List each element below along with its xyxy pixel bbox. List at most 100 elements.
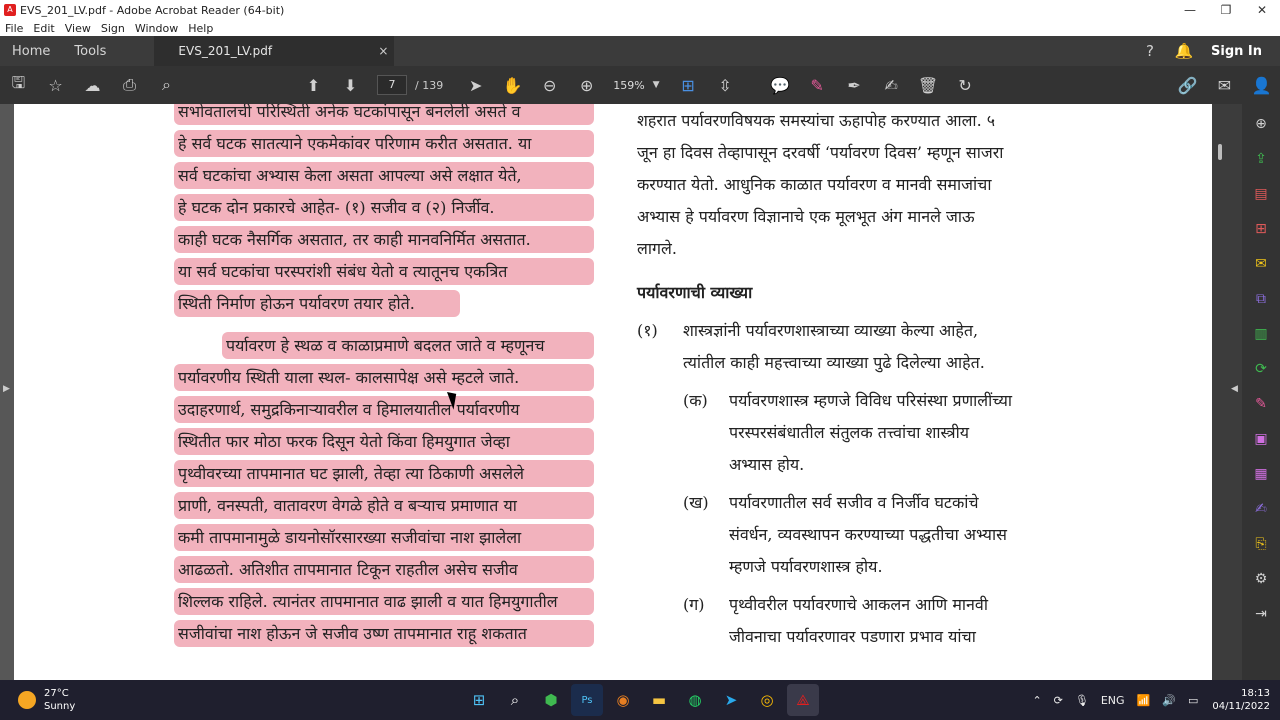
link-icon[interactable]: 🔗 <box>1169 71 1206 99</box>
scrollbar-thumb[interactable] <box>1218 144 1222 160</box>
share-user-icon[interactable]: 👤 <box>1243 71 1280 99</box>
protect-icon[interactable]: ▣ <box>1249 427 1273 451</box>
weather-widget[interactable]: 27°C Sunny <box>18 687 75 713</box>
highlighted-line[interactable]: स्थिती निर्माण होऊन पर्यावरण तयार होते. <box>174 290 460 317</box>
close-window-button[interactable]: ✕ <box>1244 3 1280 17</box>
redact-icon[interactable]: ▦ <box>1249 462 1273 486</box>
telegram-icon[interactable]: ➤ <box>715 684 747 716</box>
highlighted-line[interactable]: हे सर्व घटक सातत्याने एकमेकांवर परिणाम क… <box>174 130 594 157</box>
select-cursor-icon[interactable]: ➤ <box>457 71 494 99</box>
minimize-button[interactable]: — <box>1172 3 1208 17</box>
title-bar: A EVS_201_LV.pdf - Adobe Acrobat Reader … <box>0 0 1280 20</box>
hand-tool-icon[interactable]: ✋ <box>494 71 531 99</box>
windows-taskbar: 27°C Sunny ⊞ ⌕ ⬢ Ps ◉ ▬ ◍ ➤ ◎ ⟁ ⌃ ⟳ 🎙 EN… <box>0 680 1280 720</box>
search-taskbar-icon[interactable]: ⌕ <box>499 684 531 716</box>
zoom-dropdown-icon[interactable]: ▼ <box>653 80 660 90</box>
highlighted-line[interactable]: स्थितीत फार मोठा फरक दिसून येतो किंवा हि… <box>174 428 594 455</box>
scroll-mode-icon[interactable]: ⇳ <box>707 71 744 99</box>
menu-help[interactable]: Help <box>188 22 213 35</box>
comment-tool-icon[interactable]: ✉ <box>1249 252 1273 276</box>
search-icon[interactable]: ⌕ <box>148 71 185 99</box>
highlighted-line[interactable]: आढळतो. अतिशीत तापमानात टिकून राहतील असेच… <box>174 556 594 583</box>
vertical-scrollbar[interactable]: ◀ <box>1212 104 1242 680</box>
highlighted-line[interactable]: सभोवतालची परिस्थिती अनेक घटकांपासून बनले… <box>174 104 594 125</box>
fill-sign-icon[interactable]: ✎ <box>1249 392 1273 416</box>
tab-document[interactable]: EVS_201_LV.pdf × <box>154 36 395 66</box>
delete-icon[interactable]: 🗑 <box>910 71 947 99</box>
comment-icon[interactable]: 💬 <box>762 71 799 99</box>
highlighted-line[interactable]: शिल्लक राहिले. त्यानंतर तापमानात वाढ झाल… <box>174 588 594 615</box>
photoshop-icon[interactable]: Ps <box>571 684 603 716</box>
zoom-in-icon[interactable]: ⊕ <box>568 71 605 99</box>
upload-cloud-icon[interactable]: ☁ <box>74 71 111 99</box>
more-tools-icon[interactable]: ⚙ <box>1249 567 1273 591</box>
zoom-out-icon[interactable]: ⊖ <box>531 71 568 99</box>
file-explorer-icon[interactable]: ▬ <box>643 684 675 716</box>
windows-start-icon[interactable]: ⊞ <box>463 684 495 716</box>
menu-sign[interactable]: Sign <box>101 22 125 35</box>
bell-icon[interactable]: 🔔 <box>1167 42 1201 60</box>
help-icon[interactable]: ? <box>1133 42 1167 60</box>
collapse-panel-icon[interactable]: ⇥ <box>1249 602 1273 626</box>
close-tab-icon[interactable]: × <box>372 44 394 58</box>
send-for-review-icon[interactable]: ⎘ <box>1249 532 1273 556</box>
export-pdf-icon[interactable]: ⇪ <box>1249 147 1273 171</box>
sign-icon[interactable]: ✍ <box>1249 497 1273 521</box>
tray-overflow-icon[interactable]: ⌃ <box>1032 694 1041 707</box>
highlighted-line[interactable]: पर्यावरणीय स्थिती याला स्थल- कालसापेक्ष … <box>174 364 594 391</box>
email-icon[interactable]: ✉ <box>1206 71 1243 99</box>
bookmark-star-icon[interactable]: ☆ <box>37 71 74 99</box>
highlighted-line[interactable]: काही घटक नैसर्गिक असतात, तर काही मानवनिर… <box>174 226 594 253</box>
create-pdf-icon[interactable]: ⊞ <box>1249 217 1273 241</box>
compress-pdf-icon[interactable]: ▥ <box>1249 322 1273 346</box>
page-number-input[interactable]: 7 <box>377 75 407 95</box>
clock[interactable]: 18:13 04/11/2022 <box>1212 687 1270 713</box>
collapse-right-icon[interactable]: ◀ <box>1231 384 1238 394</box>
highlighted-line[interactable]: हे घटक दोन प्रकारचे आहेत- (१) सजीव व (२)… <box>174 194 594 221</box>
tab-home[interactable]: Home <box>0 44 62 59</box>
draw-icon[interactable]: ✒ <box>836 71 873 99</box>
menu-view[interactable]: View <box>65 22 91 35</box>
highlighted-line[interactable]: कमी तापमानामुळे डायनोसॉरसारख्या सजीवांचा… <box>174 524 594 551</box>
highlighted-line[interactable]: पर्यावरण हे स्थळ व काळाप्रमाणे बदलत जाते… <box>222 332 594 359</box>
highlighted-line[interactable]: उदाहरणार्थ, समुद्रकिनाऱ्यावरील व हिमालया… <box>174 396 594 423</box>
convert-icon[interactable]: ⟳ <box>1249 357 1273 381</box>
menu-window[interactable]: Window <box>135 22 178 35</box>
highlighted-line[interactable]: सर्व घटकांचा अभ्यास केला असता आपल्या असे… <box>174 162 594 189</box>
restore-button[interactable]: ❐ <box>1208 3 1244 17</box>
save-icon[interactable]: 🖫 <box>0 71 37 99</box>
combine-files-icon[interactable]: ⧉ <box>1249 287 1273 311</box>
previous-page-icon[interactable]: ⬆ <box>295 71 332 99</box>
volume-icon[interactable]: 🔊 <box>1162 694 1176 707</box>
expand-left-icon[interactable]: ▶ <box>3 384 10 394</box>
fit-page-icon[interactable]: ⊞ <box>670 71 707 99</box>
app-browser-icon[interactable]: ◉ <box>607 684 639 716</box>
stamp-icon[interactable]: ✍ <box>873 71 910 99</box>
language-indicator[interactable]: ENG <box>1101 694 1125 707</box>
sync-icon[interactable]: ⟳ <box>1054 694 1063 707</box>
battery-icon[interactable]: ▭ <box>1188 694 1198 707</box>
microphone-icon[interactable]: 🎙 <box>1075 694 1089 707</box>
print-icon[interactable]: ⎙ <box>111 71 148 99</box>
zoom-tool-icon[interactable]: ⊕ <box>1249 112 1273 136</box>
tab-tools[interactable]: Tools <box>62 44 118 59</box>
chrome-icon[interactable]: ◎ <box>751 684 783 716</box>
menu-edit[interactable]: Edit <box>33 22 54 35</box>
highlighted-line[interactable]: या सर्व घटकांचा परस्परांशी संबंध येतो व … <box>174 258 594 285</box>
highlighted-line[interactable]: पृथ्वीवरच्या तापमानात घट झाली, तेव्हा त्… <box>174 460 594 487</box>
whatsapp-icon[interactable]: ◍ <box>679 684 711 716</box>
wifi-icon[interactable]: 📶 <box>1137 694 1151 707</box>
highlight-pen-icon[interactable]: ✎ <box>799 71 836 99</box>
highlighted-line[interactable]: प्राणी, वनस्पती, वातावरण वेगळे होते व बऱ… <box>174 492 594 519</box>
next-page-icon[interactable]: ⬇ <box>332 71 369 99</box>
zoom-level[interactable]: 159% <box>605 79 652 92</box>
rotate-icon[interactable]: ↻ <box>947 71 984 99</box>
acrobat-taskbar-icon[interactable]: ⟁ <box>787 684 819 716</box>
organize-pages-icon[interactable]: ▤ <box>1249 182 1273 206</box>
menu-file[interactable]: File <box>5 22 23 35</box>
document-viewport[interactable]: ▶ सभोवतालची परिस्थिती अनेक घटकांपासून बन… <box>0 104 1242 680</box>
sign-in-button[interactable]: Sign In <box>1201 44 1280 59</box>
highlighted-line[interactable]: सजीवांचा नाश होऊन जे सजीव उष्ण तापमानात … <box>174 620 594 647</box>
app-tasks-icon[interactable]: ⬢ <box>535 684 567 716</box>
left-panel-toggle[interactable]: ▶ <box>0 104 14 680</box>
